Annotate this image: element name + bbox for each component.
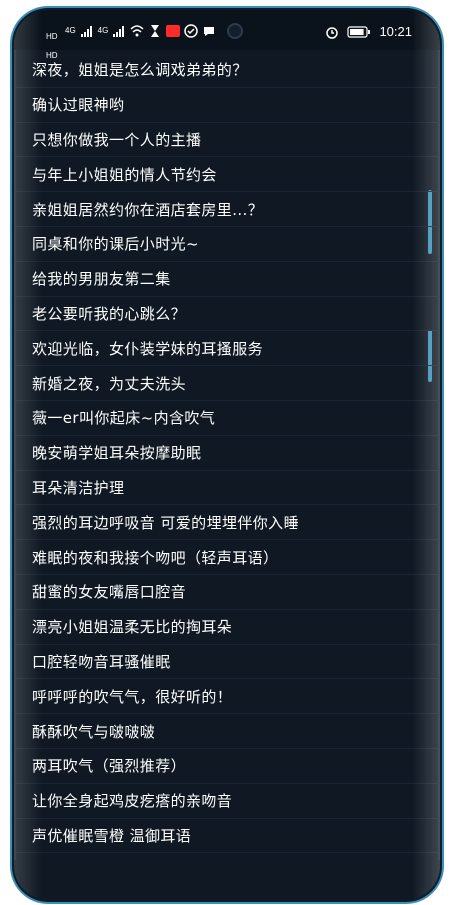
- bottom-area: [14, 860, 440, 900]
- status-right-icons: 10:21: [325, 24, 412, 39]
- list-item[interactable]: 让你全身起鸡皮疙瘩的亲吻音: [14, 784, 440, 819]
- list-item[interactable]: 薇一er叫你起床~内含吹气: [14, 401, 440, 436]
- list-item[interactable]: 晚安萌学姐耳朵按摩助眠: [14, 436, 440, 471]
- list-item[interactable]: 声优催眠雪橙 温御耳语: [14, 819, 440, 854]
- signal-icon-2: [113, 26, 125, 37]
- status-left-icons: HD HD 4G 4G: [46, 24, 216, 60]
- list-item[interactable]: 深夜，姐姐是怎么调戏弟弟的？: [14, 53, 440, 88]
- list-item[interactable]: 同桌和你的课后小时光~: [14, 227, 440, 262]
- list-item[interactable]: 给我的男朋友第二集: [14, 262, 440, 297]
- list-item[interactable]: 呼呼呼的吹气气，很好听的！: [14, 679, 440, 715]
- list-item[interactable]: 新婚之夜，为丈夫洗头: [14, 366, 440, 401]
- list-item[interactable]: 酥酥吹气与啵啵啵: [14, 714, 440, 749]
- front-camera: [227, 23, 243, 39]
- list-item[interactable]: 难眠的夜和我接个吻吧（轻声耳语）: [14, 540, 440, 575]
- network-4g-label-2: 4G: [97, 26, 109, 35]
- clock-time: 10:21: [379, 24, 412, 39]
- list-item[interactable]: 欢迎光临，女仆装学妹的耳搔服务: [14, 331, 440, 367]
- battery-icon: [347, 25, 371, 38]
- network-4g-label-1: 4G: [65, 26, 76, 35]
- list-item[interactable]: 确认过眼神哟: [14, 88, 440, 123]
- list-item[interactable]: 老公要听我的心跳么？: [14, 297, 440, 332]
- audio-list: 深夜，姐姐是怎么调戏弟弟的？ 确认过眼神哟 只想你做我一个人的主播 与年上小姐姐的情人…: [14, 53, 440, 889]
- check-circle-icon: [184, 24, 199, 38]
- hd-icon: HD HD: [46, 24, 61, 60]
- wifi-icon: [130, 25, 144, 37]
- list-item[interactable]: 亲姐姐居然约你在酒店套房里...？: [14, 192, 440, 227]
- list-item[interactable]: 口腔轻吻音耳骚催眠: [14, 645, 440, 680]
- list-item[interactable]: 强烈的耳边呼吸音 可爱的埋埋伴你入睡: [14, 505, 440, 541]
- list-item[interactable]: 两耳吹气（强烈推荐）: [14, 749, 440, 784]
- list-item[interactable]: 耳朵清洁护理: [14, 471, 440, 506]
- hourglass-icon: [151, 25, 160, 37]
- notification-badge-icon: [166, 25, 181, 37]
- status-bar: HD HD 4G 4G 10:21: [14, 10, 440, 60]
- signal-icon: [80, 26, 92, 37]
- alarm-clock-icon: [326, 26, 339, 39]
- list-item[interactable]: 甜蜜的女友嘴唇口腔音: [14, 575, 440, 610]
- list-item[interactable]: 漂亮小姐姐温柔无比的掏耳朵: [14, 610, 440, 645]
- list-item[interactable]: 与年上小姐姐的情人节约会: [14, 157, 440, 193]
- phone-frame: HD HD 4G 4G 10:21 深夜，姐姐是怎么调戏弟弟的？ 确认过眼神哟 …: [14, 10, 440, 900]
- chat-bubble-icon: [204, 27, 215, 36]
- list-item[interactable]: 只想你做我一个人的主播: [14, 123, 440, 158]
- hd-top-label: HD: [46, 32, 58, 41]
